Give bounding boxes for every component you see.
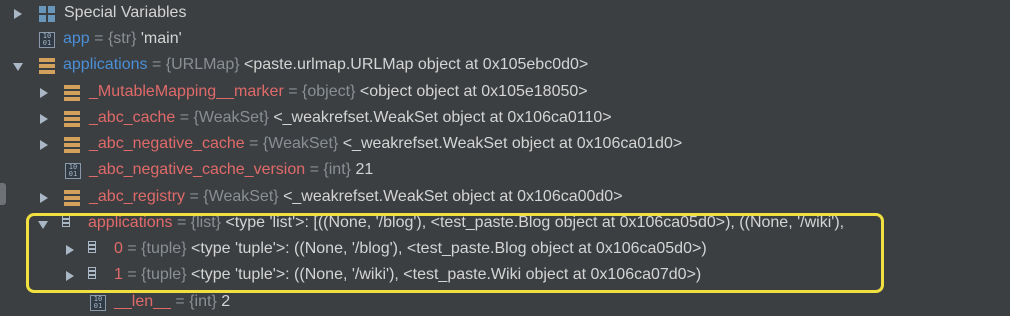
object-stack-icon: [39, 58, 55, 74]
var-entry: 1 = {tuple} <type 'tuple'>: ((None, '/wi…: [114, 266, 701, 284]
tree-row-abc-cache[interactable]: _abc_cache = {WeakSet} <_weakrefset.Weak…: [0, 106, 1010, 132]
list-icon: [88, 267, 104, 283]
var-type: = {WeakSet}: [179, 109, 269, 126]
var-entry: applications = {URLMap} <paste.urlmap.UR…: [63, 56, 588, 74]
var-type: = {URLMap}: [151, 56, 240, 73]
var-value: <paste.urlmap.URLMap object at 0x105ebc0…: [244, 56, 589, 73]
var-value: 2: [221, 293, 231, 310]
expand-arrow-icon[interactable]: [66, 271, 74, 281]
var-entry: _MutableMapping__marker = {object} <obje…: [89, 83, 588, 101]
var-name: __len__: [114, 293, 171, 310]
tree-row-item-1[interactable]: 1 = {tuple} <type 'tuple'>: ((None, '/wi…: [0, 263, 1010, 289]
tree-row-mutablemapping-marker[interactable]: _MutableMapping__marker = {object} <obje…: [0, 80, 1010, 106]
var-value: 'main': [140, 30, 182, 47]
var-entry: 0 = {tuple} <type 'tuple'>: ((None, '/bl…: [114, 240, 707, 258]
var-entry: _abc_cache = {WeakSet} <_weakrefset.Weak…: [89, 109, 612, 127]
var-entry: app = {str} 'main': [63, 30, 182, 48]
expand-arrow-icon[interactable]: [66, 245, 74, 255]
tree-row-applications[interactable]: applications = {URLMap} <paste.urlmap.UR…: [0, 53, 1010, 79]
tree-row-abc-registry[interactable]: _abc_registry = {WeakSet} <_weakrefset.W…: [0, 185, 1010, 211]
var-entry: _abc_negative_cache_version = {int} 21: [89, 161, 373, 179]
var-name: 0: [114, 240, 123, 257]
var-name: applications: [63, 56, 148, 73]
var-value: <object object at 0x105e18050>: [359, 83, 588, 100]
var-value: 21: [355, 161, 374, 178]
var-name: applications: [88, 214, 173, 231]
var-entry: _abc_negative_cache = {WeakSet} <_weakre…: [89, 135, 682, 153]
var-name: 1: [114, 266, 123, 283]
tree-row-abc-negative-cache[interactable]: _abc_negative_cache = {WeakSet} <_weakre…: [0, 132, 1010, 158]
var-value: <_weakrefset.WeakSet object at 0x106ca00…: [283, 188, 623, 205]
expand-arrow-icon[interactable]: [14, 9, 22, 19]
var-type: = {list}: [176, 214, 221, 231]
tree-row-special-variables[interactable]: Special Variables: [0, 1, 1010, 27]
var-name: _abc_negative_cache: [89, 135, 245, 152]
var-name: _abc_registry: [89, 188, 186, 205]
expand-arrow-icon[interactable]: [40, 140, 48, 150]
tree-row-applications-list[interactable]: applications = {list} <type 'list'>: [((…: [0, 211, 1010, 237]
var-entry: _abc_registry = {WeakSet} <_weakrefset.W…: [89, 188, 623, 206]
var-type: = {int}: [175, 293, 217, 310]
var-name: _abc_negative_cache_version: [89, 161, 306, 178]
var-name: _abc_cache: [89, 109, 176, 126]
var-type: = {str}: [94, 30, 137, 47]
special-variables-grid-icon: [39, 6, 55, 22]
var-value: <type 'tuple'>: ((None, '/wiki'), <test_…: [190, 266, 702, 283]
variables-tree: Special Variables 10 01 app = {str} 'main…: [0, 0, 1010, 311]
expand-arrow-icon[interactable]: [40, 88, 48, 98]
var-type: = {WeakSet}: [249, 135, 339, 152]
var-entry: __len__ = {int} 2: [114, 293, 230, 311]
expand-arrow-icon[interactable]: [40, 193, 48, 203]
var-type: = {int}: [309, 161, 351, 178]
collapse-arrow-icon[interactable]: [38, 221, 48, 229]
object-stack-icon: [64, 85, 80, 101]
var-type: = {object}: [288, 83, 356, 100]
list-icon: [88, 241, 104, 257]
binary-icon: 10 01: [65, 163, 81, 179]
var-name: app: [63, 30, 90, 47]
object-stack-icon: [64, 111, 80, 127]
var-type: = {tuple}: [127, 240, 187, 257]
object-stack-icon: [64, 190, 80, 206]
var-value: <type 'tuple'>: ((None, '/blog'), <test_…: [190, 240, 707, 257]
scrollbar-handle[interactable]: [0, 183, 6, 205]
var-value: <_weakrefset.WeakSet object at 0x106ca01…: [273, 109, 612, 126]
var-value: <type 'list'>: [((None, '/blog'), <test_…: [225, 214, 845, 231]
binary-icon: 10 01: [90, 295, 106, 311]
var-value: <_weakrefset.WeakSet object at 0x106ca01…: [342, 135, 683, 152]
expand-arrow-icon[interactable]: [40, 114, 48, 124]
tree-row-app[interactable]: 10 01 app = {str} 'main': [0, 27, 1010, 53]
collapse-arrow-icon[interactable]: [13, 63, 23, 71]
var-entry: applications = {list} <type 'list'>: [((…: [88, 214, 844, 232]
var-type: = {WeakSet}: [189, 188, 279, 205]
var-name: _MutableMapping__marker: [89, 83, 284, 100]
binary-icon: 10 01: [39, 32, 55, 48]
special-variables-label: Special Variables: [64, 4, 187, 21]
tree-row-item-0[interactable]: 0 = {tuple} <type 'tuple'>: ((None, '/bl…: [0, 237, 1010, 263]
list-icon: [62, 215, 78, 231]
tree-row-len[interactable]: 10 01 __len__ = {int} 2: [0, 290, 1010, 316]
tree-row-abc-negative-cache-version[interactable]: 10 01 _abc_negative_cache_version = {int}…: [0, 158, 1010, 184]
var-type: = {tuple}: [127, 266, 187, 283]
object-stack-icon: [64, 137, 80, 153]
